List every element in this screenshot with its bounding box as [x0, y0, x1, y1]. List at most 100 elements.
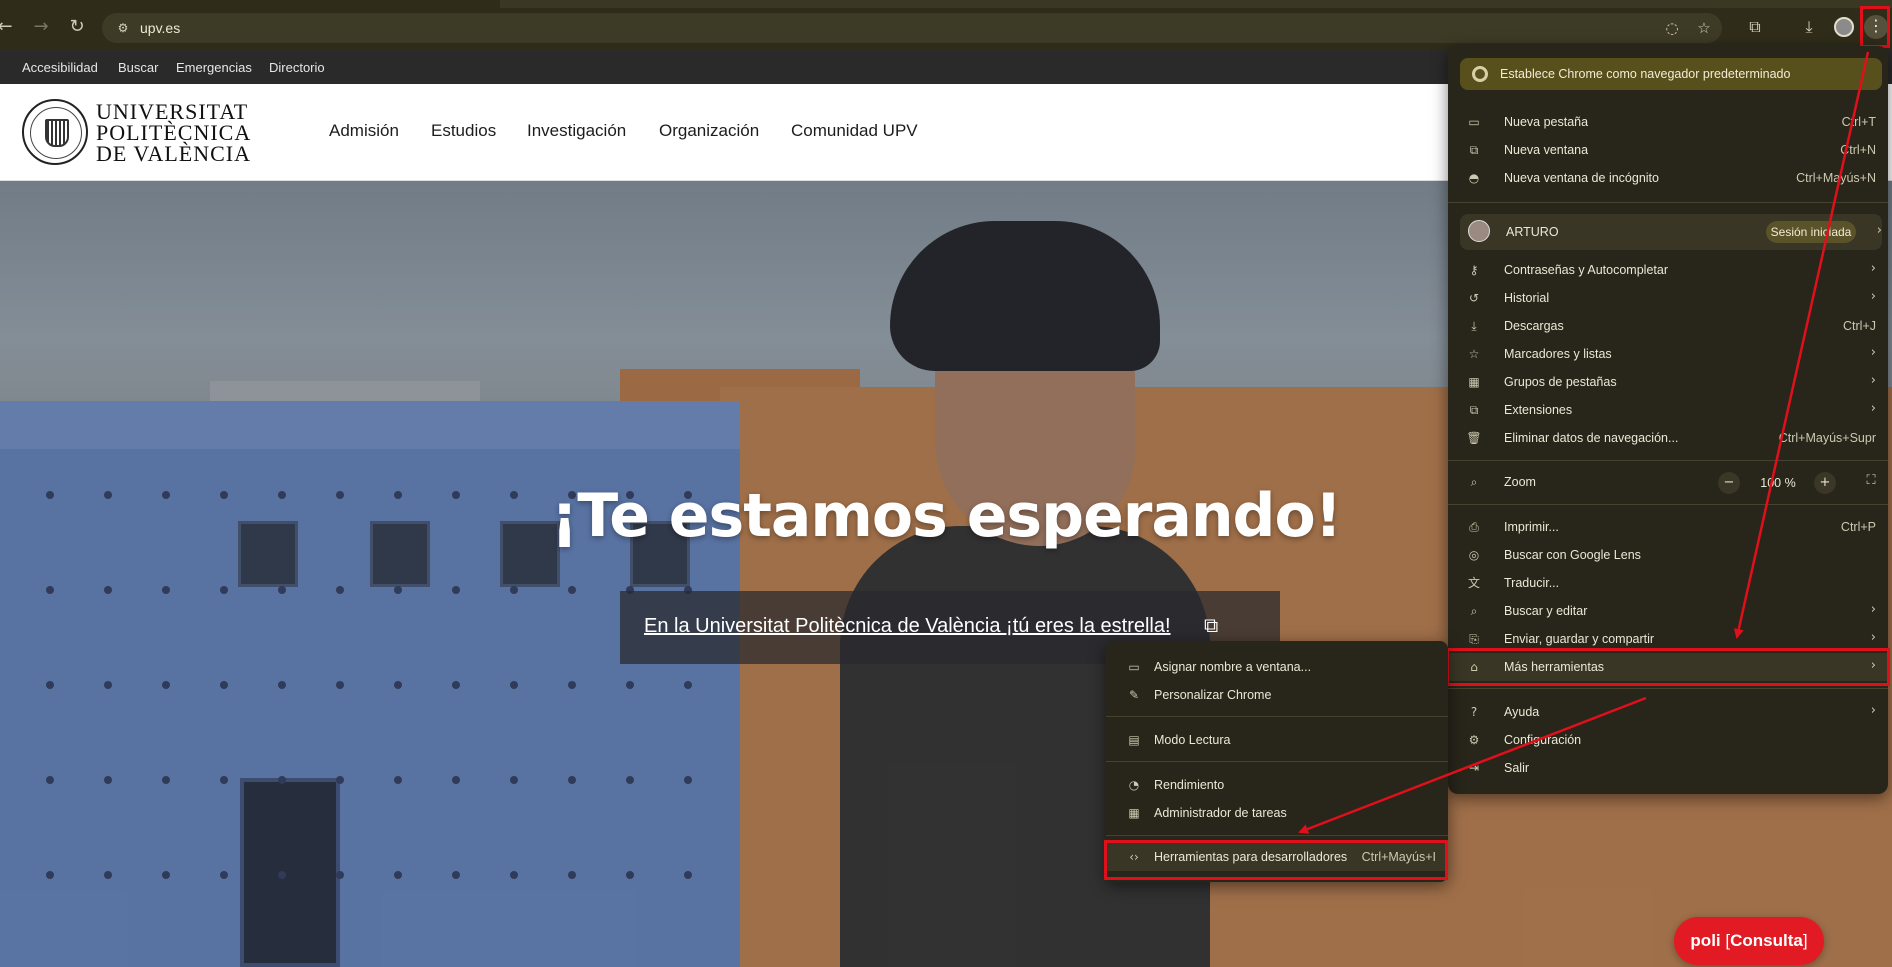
menu-separator: [1106, 716, 1448, 717]
submenu-item-personalizar[interactable]: ✎ Personalizar Chrome: [1106, 681, 1448, 709]
menu-item-extensiones[interactable]: ⧉ Extensiones ›: [1448, 396, 1888, 424]
menu-item-descargas[interactable]: ⤓ Descargas Ctrl+J: [1448, 312, 1888, 340]
utility-link-directorio[interactable]: Directorio: [269, 60, 325, 75]
trash-icon: 🗑: [1466, 431, 1482, 445]
chat-button-prefix: poli: [1690, 931, 1721, 950]
zoom-out-button[interactable]: −: [1718, 472, 1740, 494]
address-bar[interactable]: ⚙ upv.es: [102, 13, 1722, 43]
menu-item-label: Eliminar datos de navegación...: [1504, 431, 1679, 445]
window-name-icon: ▭: [1128, 660, 1140, 674]
menu-item-incognito[interactable]: ◓ Nueva ventana de incógnito Ctrl+Mayús+…: [1448, 164, 1888, 192]
hero-link[interactable]: En la Universitat Politècnica de Valènci…: [644, 615, 1171, 638]
menu-item-label: Nueva ventana de incógnito: [1504, 171, 1659, 185]
active-tab[interactable]: [0, 0, 500, 8]
menu-separator: [1448, 460, 1888, 461]
annotation-highlight-menu-button: [1860, 6, 1890, 48]
bookmark-star-icon[interactable]: ☆: [1694, 18, 1714, 38]
profile-row[interactable]: ARTURO Sesión iniciada ›: [1460, 214, 1882, 250]
chevron-right-icon: ›: [1870, 401, 1876, 416]
share-icon: ⎘: [1469, 632, 1479, 646]
utility-link-accesibilidad[interactable]: Accesibilidad: [22, 60, 98, 75]
menu-item-label: Nueva ventana: [1504, 143, 1589, 157]
external-link-icon[interactable]: ⧉: [1204, 613, 1218, 637]
nav-investigacion[interactable]: Investigación: [527, 121, 626, 141]
menu-item-label: Buscar con Google Lens: [1504, 548, 1641, 562]
chevron-right-icon: ›: [1876, 223, 1882, 238]
reload-icon[interactable]: ↻: [66, 16, 88, 38]
menu-separator: [1106, 761, 1448, 762]
menu-item-configuracion[interactable]: ⚙ Configuración: [1448, 726, 1888, 754]
submenu-item-modo-lectura[interactable]: ▤ Modo Lectura: [1106, 726, 1448, 754]
nav-estudios[interactable]: Estudios: [431, 121, 496, 141]
eye-off-icon[interactable]: ◌: [1662, 18, 1682, 38]
menu-item-label: Grupos de pestañas: [1504, 375, 1617, 389]
extensions-puzzle-icon[interactable]: ⧉: [1744, 16, 1766, 38]
menu-item-historial[interactable]: ↺ Historial ›: [1448, 284, 1888, 312]
zoom-control: − 100 % +: [1718, 472, 1838, 494]
submenu-item-label: Asignar nombre a ventana...: [1154, 660, 1312, 674]
profile-avatar-icon: [1468, 220, 1490, 242]
menu-item-shortcut: Ctrl+J: [1843, 319, 1876, 333]
back-arrow-icon[interactable]: ←: [0, 16, 16, 38]
menu-item-buscar-editar[interactable]: ⌕ Buscar y editar ›: [1448, 597, 1888, 625]
poli-consulta-chat-button[interactable]: poli [Consulta]: [1674, 917, 1824, 965]
nav-comunidad-upv[interactable]: Comunidad UPV: [791, 121, 918, 141]
find-icon: ⌕: [1470, 604, 1478, 618]
logo-line-1: UNIVERSITAT: [96, 99, 249, 124]
menu-item-ayuda[interactable]: ? Ayuda ›: [1448, 698, 1888, 726]
menu-item-nueva-pestana[interactable]: ▭ Nueva pestaña Ctrl+T: [1448, 108, 1888, 136]
menu-item-salir[interactable]: ⇥ Salir: [1448, 754, 1888, 782]
menu-item-marcadores[interactable]: ☆ Marcadores y listas ›: [1448, 340, 1888, 368]
menu-item-shortcut: Ctrl+T: [1841, 115, 1876, 129]
star-icon: ☆: [1468, 347, 1480, 361]
nav-organizacion[interactable]: Organización: [659, 121, 759, 141]
menu-item-label: Zoom: [1504, 475, 1536, 489]
menu-item-label: Descargas: [1504, 319, 1564, 333]
zoom-in-button[interactable]: +: [1814, 472, 1836, 494]
chevron-right-icon: ›: [1870, 630, 1876, 645]
address-url[interactable]: upv.es: [140, 20, 180, 36]
chrome-logo-icon: [1472, 66, 1488, 82]
submenu-item-label: Modo Lectura: [1154, 733, 1231, 747]
forward-arrow-icon[interactable]: →: [30, 16, 52, 38]
university-seal-logo[interactable]: [22, 99, 88, 165]
chevron-right-icon: ›: [1870, 602, 1876, 617]
menu-item-nueva-ventana[interactable]: ⧉ Nueva ventana Ctrl+N: [1448, 136, 1888, 164]
submenu-item-asignar-nombre[interactable]: ▭ Asignar nombre a ventana...: [1106, 653, 1448, 681]
menu-item-label: Buscar y editar: [1504, 604, 1588, 618]
menu-separator: [1106, 835, 1448, 836]
menu-item-zoom: ⌕ Zoom − 100 % + ⛶: [1448, 468, 1888, 496]
translate-icon: 文: [1467, 576, 1480, 590]
submenu-item-rendimiento[interactable]: ◔ Rendimiento: [1106, 771, 1448, 799]
annotation-highlight-dev-tools: [1104, 840, 1448, 880]
default-browser-banner[interactable]: Establece Chrome como navegador predeter…: [1460, 58, 1882, 90]
menu-item-contrasenas[interactable]: ⚷ Contraseñas y Autocompletar ›: [1448, 256, 1888, 284]
help-icon: ?: [1470, 705, 1478, 719]
new-window-icon: ⧉: [1469, 143, 1479, 157]
utility-link-buscar[interactable]: Buscar: [118, 60, 158, 75]
chevron-right-icon: ›: [1870, 261, 1876, 276]
downloads-icon[interactable]: ⤓: [1798, 16, 1820, 38]
menu-item-grupos-pestanas[interactable]: ▦ Grupos de pestañas ›: [1448, 368, 1888, 396]
submenu-item-administrador-tareas[interactable]: ▦ Administrador de tareas: [1106, 799, 1448, 827]
chevron-right-icon: ›: [1870, 345, 1876, 360]
menu-item-imprimir[interactable]: ⎙ Imprimir... Ctrl+P: [1448, 513, 1888, 541]
nav-admision[interactable]: Admisión: [329, 121, 399, 141]
menu-item-label: Enviar, guardar y compartir: [1504, 632, 1655, 646]
fullscreen-icon[interactable]: ⛶: [1862, 473, 1880, 491]
menu-item-google-lens[interactable]: ◎ Buscar con Google Lens: [1448, 541, 1888, 569]
university-logo-text[interactable]: UNIVERSITAT POLITÈCNICA DE VALÈNCIA: [96, 99, 251, 165]
menu-item-label: Ayuda: [1504, 705, 1540, 719]
menu-item-eliminar-datos[interactable]: 🗑 Eliminar datos de navegación... Ctrl+M…: [1448, 424, 1888, 452]
zoom-icon: ⌕: [1470, 475, 1478, 489]
menu-item-shortcut: Ctrl+Mayús+Supr: [1778, 431, 1876, 445]
site-info-icon[interactable]: ⚙: [114, 19, 132, 37]
menu-separator: [1448, 688, 1888, 689]
utility-link-emergencias[interactable]: Emergencias: [176, 60, 252, 75]
menu-item-label: Imprimir...: [1504, 520, 1559, 534]
profile-name: ARTURO: [1506, 225, 1559, 239]
menu-item-traducir[interactable]: 文 Traducir...: [1448, 569, 1888, 597]
profile-avatar[interactable]: [1834, 17, 1854, 37]
pencil-icon: ✎: [1128, 688, 1140, 702]
menu-item-shortcut: Ctrl+N: [1840, 143, 1876, 157]
